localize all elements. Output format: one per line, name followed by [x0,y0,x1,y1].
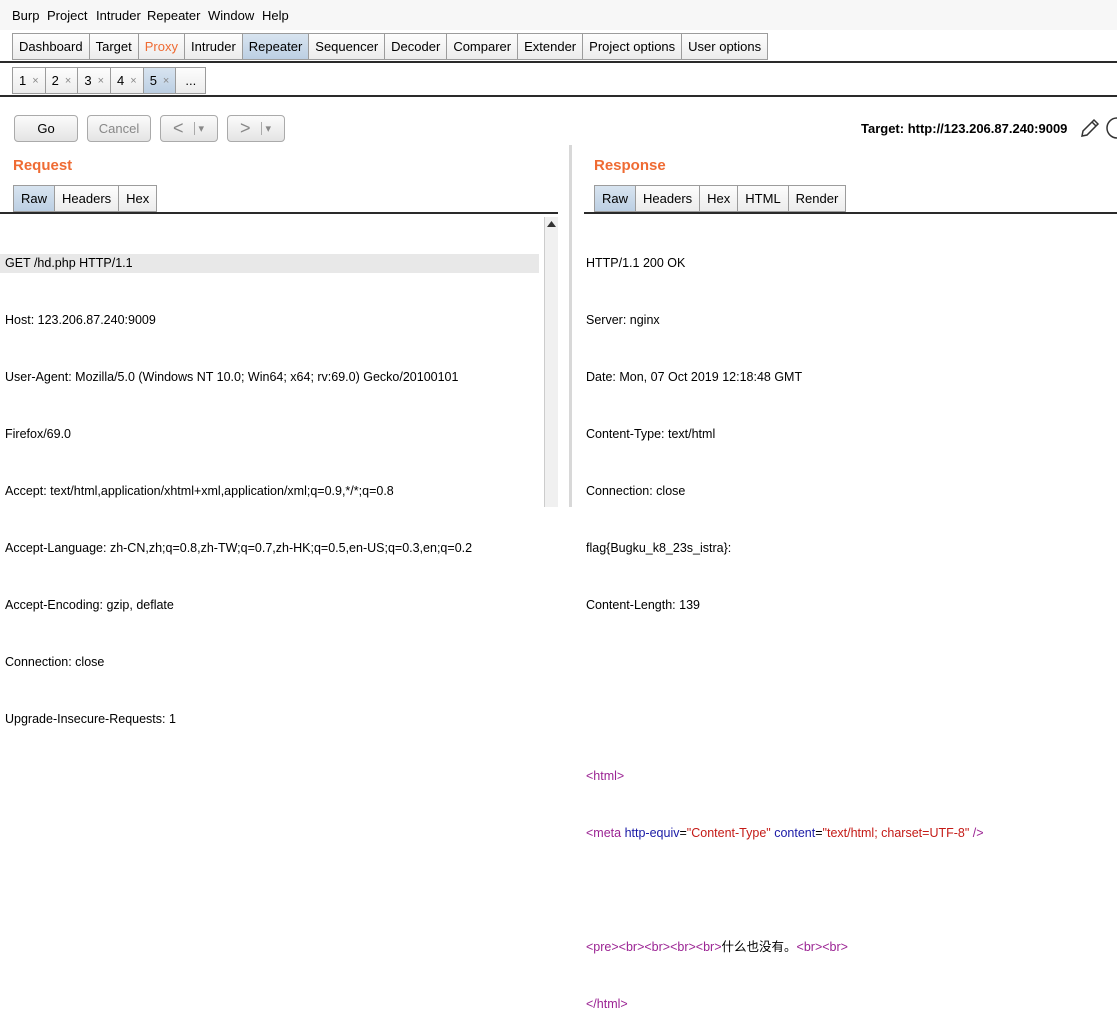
request-line: Upgrade-Insecure-Requests: 1 [5,712,176,726]
response-line: HTTP/1.1 200 OK [586,256,686,270]
request-line: GET /hd.php HTTP/1.1 [0,254,539,273]
close-icon[interactable]: × [32,75,38,87]
response-body[interactable]: HTTP/1.1 200 OK Server: nginx Date: Mon,… [586,216,984,1014]
meta-value: "text/html; charset=UTF-8" [822,826,970,840]
close-icon[interactable]: × [98,75,104,87]
repeater-tab-5[interactable]: 5 × [142,67,177,94]
main-tab-bar: Dashboard Target Proxy Intruder Repeater… [12,33,769,60]
request-tab-headers[interactable]: Headers [54,185,120,212]
menu-project[interactable]: Project [47,8,87,23]
tab-sequencer[interactable]: Sequencer [308,33,386,60]
repeater-tab-label: 3 [84,73,92,88]
menu-repeater[interactable]: Repeater [147,8,200,23]
request-body[interactable]: GET /hd.php HTTP/1.1 Host: 123.206.87.24… [0,216,539,748]
tab-intruder[interactable]: Intruder [183,33,243,60]
close-icon[interactable]: × [130,75,136,87]
response-view-tabs: Raw Headers Hex HTML Render [594,185,847,212]
response-tab-headers[interactable]: Headers [635,185,701,212]
meta-open: <meta [586,826,622,840]
response-line: Content-Length: 139 [586,598,700,612]
tab-extender[interactable]: Extender [517,33,584,60]
meta-close: /> [972,826,984,840]
tab-user-options[interactable]: User options [681,33,769,60]
chevron-right-icon: > [240,118,251,138]
response-tabs-divider [584,212,1117,214]
main-tab-divider [0,61,1117,63]
repeater-tab-bar: 1 × 2 × 3 × 4 × 5 × ... [12,67,207,94]
response-flag-line: flag{Bugku_k8_23s_istra}: [586,541,732,555]
repeater-tab-1[interactable]: 1 × [12,67,46,94]
response-line: Server: nginx [586,313,660,327]
request-tab-hex[interactable]: Hex [118,185,158,212]
menu-window[interactable]: Window [208,8,254,23]
close-icon[interactable]: × [65,75,71,87]
response-tab-hex[interactable]: Hex [699,185,739,212]
help-icon[interactable] [1104,116,1117,140]
request-line: Connection: close [5,655,105,669]
forward-button[interactable]: > ▾ [227,115,285,142]
menu-intruder[interactable]: Intruder [96,8,141,23]
target-label: Target: http://123.206.87.240:9009 [861,121,1068,136]
tab-comparer[interactable]: Comparer [446,33,519,60]
request-tab-raw[interactable]: Raw [13,185,56,212]
request-line: User-Agent: Mozilla/5.0 (Windows NT 10.0… [5,370,459,384]
meta-value: "Content-Type" [686,826,771,840]
request-scrollbar[interactable] [544,217,558,507]
request-tabs-divider [0,212,558,214]
arrow-up-icon[interactable] [545,217,558,231]
request-line: Accept-Encoding: gzip, deflate [5,598,174,612]
chevron-down-icon[interactable]: ▾ [260,122,271,135]
pane-splitter[interactable] [569,145,572,507]
request-line: Host: 123.206.87.240:9009 [5,313,156,327]
meta-attr: http-equiv [624,826,680,840]
request-view-tabs: Raw Headers Hex [13,185,158,212]
br-tags: <br><br> [796,940,848,954]
pre-tags: <pre><br><br><br><br> [586,940,722,954]
response-tab-raw[interactable]: Raw [594,185,637,212]
repeater-tab-label: 5 [149,73,157,88]
repeater-tab-label: 2 [51,73,59,88]
tab-project-options[interactable]: Project options [582,33,683,60]
meta-tag-line: <meta http-equiv="Content-Type" content=… [586,826,984,840]
request-line: Accept: text/html,application/xhtml+xml,… [5,484,394,498]
response-title: Response [594,157,666,174]
meta-attr: content [774,826,816,840]
tab-repeater[interactable]: Repeater [241,33,310,60]
html-close-tag: </html> [586,997,628,1011]
repeater-tab-3[interactable]: 3 × [77,67,112,94]
tab-decoder[interactable]: Decoder [384,33,448,60]
response-line: Connection: close [586,484,686,498]
response-tab-html[interactable]: HTML [737,185,789,212]
cancel-button[interactable]: Cancel [87,115,151,142]
repeater-tab-new[interactable]: ... [175,67,207,94]
pencil-icon[interactable] [1078,116,1102,140]
menu-help[interactable]: Help [262,8,289,23]
repeater-tab-divider [0,95,1117,97]
response-tab-render[interactable]: Render [787,185,847,212]
chevron-left-icon: < [173,118,184,138]
html-open-tag: <html> [586,769,625,783]
response-line: Content-Type: text/html [586,427,716,441]
request-line: Accept-Language: zh-CN,zh;q=0.8,zh-TW;q=… [5,541,473,555]
menu-burp[interactable]: Burp [12,8,39,23]
repeater-tab-2[interactable]: 2 × [44,67,79,94]
close-icon[interactable]: × [163,75,169,87]
chevron-down-icon[interactable]: ▾ [193,122,204,135]
menu-bar: Burp Project Intruder Repeater Window He… [0,0,1117,30]
request-line: Firefox/69.0 [5,427,72,441]
go-button[interactable]: Go [14,115,78,142]
back-button[interactable]: < ▾ [160,115,218,142]
pre-line: <pre><br><br><br><br>什么也没有。<br><br> [586,938,984,957]
pre-text: 什么也没有。 [721,940,797,954]
repeater-tab-label: 1 [19,73,27,88]
request-title: Request [13,157,73,174]
repeater-tab-4[interactable]: 4 × [110,67,144,94]
response-line: Date: Mon, 07 Oct 2019 12:18:48 GMT [586,370,803,384]
tab-dashboard[interactable]: Dashboard [12,33,90,60]
repeater-tab-label: 4 [117,73,125,88]
tab-target[interactable]: Target [88,33,139,60]
tab-proxy[interactable]: Proxy [137,33,185,60]
